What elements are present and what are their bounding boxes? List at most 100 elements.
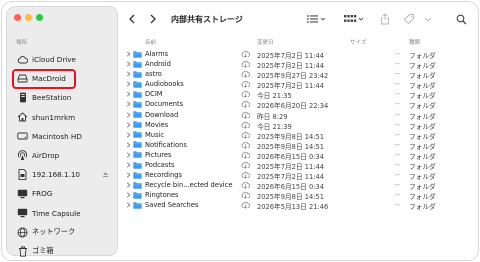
folder-icon: [133, 161, 142, 169]
file-name: Music: [145, 130, 165, 139]
cloud-download-icon[interactable]: [241, 70, 250, 78]
file-size: --: [395, 191, 400, 200]
disclosure-chevron-icon[interactable]: [126, 122, 131, 128]
sidebar-item[interactable]: ネットワーク: [13, 223, 113, 242]
folder-icon: [133, 121, 142, 128]
chevron-right-icon: [150, 14, 156, 24]
file-name: Saved Searches: [145, 201, 199, 210]
table-row[interactable]: Audiobooks 2025年7月2日 11:44 -- フォルダ: [122, 79, 474, 90]
cloud-download-icon[interactable]: [241, 191, 250, 200]
table-row[interactable]: Pictures 2026年6月15日 0:34 -- フォルダ: [122, 150, 474, 161]
sidebar-item[interactable]: MacDroid: [12, 68, 76, 89]
sidebar-item[interactable]: Time Capsule: [13, 204, 113, 223]
close-button[interactable]: [14, 14, 21, 21]
folder-icon: [133, 91, 142, 98]
disclosure-chevron-icon[interactable]: [126, 101, 131, 107]
sidebar-item[interactable]: BeeStation: [13, 88, 113, 107]
cloud-download-icon[interactable]: [241, 121, 250, 129]
document-icon: [17, 169, 28, 181]
folder-icon: [133, 202, 142, 209]
cloud-download-icon[interactable]: [241, 90, 250, 99]
cloud-download-icon[interactable]: [241, 80, 250, 88]
table-row[interactable]: Saved Searches 2026年5月13日 21:46 -- フォルダ: [122, 200, 474, 211]
search-icon: [456, 14, 467, 24]
cloud-download-icon[interactable]: [241, 50, 250, 58]
column-size[interactable]: サイズ: [350, 38, 366, 46]
eject-icon[interactable]: [102, 171, 109, 178]
list-view-icon: [307, 15, 326, 23]
more-button[interactable]: [424, 11, 432, 27]
disclosure-chevron-icon[interactable]: [126, 71, 131, 77]
table-row[interactable]: DCIM 今日 21:35 -- フォルダ: [122, 89, 474, 100]
table-row[interactable]: Documents 2026年6月20日 22:34 -- フォルダ: [122, 99, 474, 110]
minimize-button[interactable]: [25, 14, 32, 21]
disclosure-chevron-icon[interactable]: [126, 91, 131, 97]
cloud-download-icon[interactable]: [241, 100, 250, 109]
sidebar-item[interactable]: iCloud Drive: [13, 50, 113, 69]
tag-icon: [403, 14, 414, 25]
disclosure-chevron-icon[interactable]: [126, 51, 131, 57]
folder-icon: [133, 70, 142, 78]
table-row[interactable]: Download 昨日 8:29 -- フォルダ: [122, 110, 474, 121]
disclosure-chevron-icon[interactable]: [126, 81, 131, 87]
file-size: --: [395, 140, 400, 149]
disclosure-chevron-icon[interactable]: [126, 132, 131, 138]
cloud-download-icon[interactable]: [241, 181, 250, 189]
table-row[interactable]: Alarms 2025年7月2日 11:44 -- フォルダ: [122, 49, 474, 60]
sidebar-item[interactable]: ゴミ箱: [13, 242, 113, 260]
disclosure-chevron-icon[interactable]: [126, 142, 131, 148]
sidebar-item[interactable]: shun1mrkm: [13, 108, 113, 127]
disclosure-chevron-icon[interactable]: [126, 162, 131, 168]
table-row[interactable]: Movies 今日 21:39 -- フォルダ: [122, 120, 474, 131]
window-title: 内部共有ストレージ: [171, 15, 243, 24]
cloud-download-icon[interactable]: [241, 141, 250, 149]
cloud-download-icon[interactable]: [241, 131, 250, 139]
table-row[interactable]: Android 2025年7月2日 11:44 -- フォルダ: [122, 59, 474, 70]
forward-button[interactable]: [145, 11, 161, 27]
search-button[interactable]: [456, 11, 467, 27]
zoom-button[interactable]: [36, 14, 43, 21]
table-row[interactable]: Podcasts 2025年7月2日 11:44 -- フォルダ: [122, 160, 474, 171]
tag-button[interactable]: [403, 11, 415, 27]
sidebar-item-label: iCloud Drive: [32, 55, 76, 65]
column-kind[interactable]: 種類: [409, 38, 420, 46]
file-name: Audiobooks: [145, 80, 184, 89]
column-header: 名前 変更日 サイズ 種類: [122, 36, 474, 48]
file-name: Alarms: [145, 50, 169, 58]
sidebar-item[interactable]: FROG: [13, 184, 113, 203]
view-options-button[interactable]: [306, 11, 328, 27]
file-name: Recordings: [145, 171, 182, 180]
airdrop-icon: [17, 150, 28, 161]
back-button[interactable]: [124, 11, 140, 27]
disclosure-chevron-icon[interactable]: [126, 202, 131, 208]
folder-icon: [133, 171, 142, 179]
table-row[interactable]: Notifications 2025年9月8日 14:51 -- フォルダ: [122, 140, 474, 151]
table-row[interactable]: Music 2025年9月8日 14:51 -- フォルダ: [122, 130, 474, 141]
disclosure-chevron-icon[interactable]: [126, 61, 131, 67]
sidebar-item[interactable]: 192.168.1.10: [13, 165, 113, 184]
disclosure-chevron-icon[interactable]: [126, 112, 131, 118]
disclosure-chevron-icon[interactable]: [126, 172, 131, 178]
file-size: --: [395, 161, 400, 170]
cloud-download-icon[interactable]: [241, 111, 250, 119]
cloud-download-icon[interactable]: [241, 161, 250, 169]
table-row[interactable]: Recordings 2025年7月2日 11:44 -- フォルダ: [122, 170, 474, 181]
sidebar-item[interactable]: Macintosh HD: [13, 127, 113, 146]
file-size: --: [395, 110, 400, 119]
column-name[interactable]: 名前: [145, 38, 156, 46]
folder-icon: [133, 131, 142, 138]
share-button[interactable]: [380, 11, 390, 27]
disclosure-chevron-icon[interactable]: [126, 182, 131, 188]
table-row[interactable]: Recycle bin...ected device 2026年6月15日 0:3…: [122, 180, 474, 191]
disclosure-chevron-icon[interactable]: [126, 152, 131, 158]
sidebar-item[interactable]: AirDrop: [13, 146, 113, 165]
table-row[interactable]: astro 2025年9月27日 23:42 -- フォルダ: [122, 69, 474, 80]
column-date[interactable]: 変更日: [257, 38, 274, 46]
cloud-download-icon[interactable]: [241, 171, 250, 179]
table-row[interactable]: Ringtones 2025年9月8日 14:51 -- フォルダ: [122, 190, 474, 201]
cloud-download-icon[interactable]: [241, 151, 250, 159]
cloud-download-icon[interactable]: [241, 60, 250, 68]
disclosure-chevron-icon[interactable]: [126, 192, 131, 198]
cloud-download-icon[interactable]: [241, 201, 250, 210]
group-button[interactable]: [344, 11, 366, 27]
